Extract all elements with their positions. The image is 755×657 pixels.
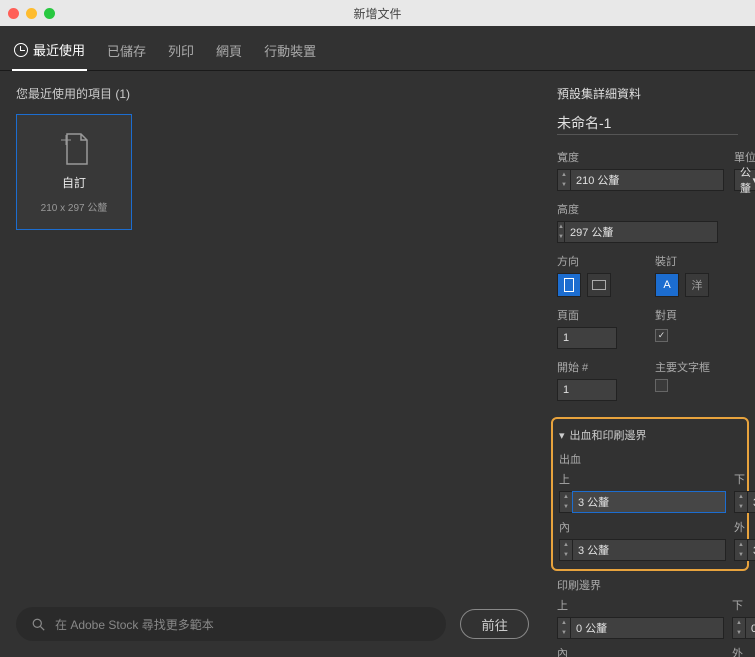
bleed-bottom-input[interactable] — [747, 491, 755, 513]
unit-label: 單位 — [734, 149, 755, 165]
minimize-window[interactable] — [26, 8, 37, 19]
tab-web[interactable]: 網頁 — [214, 36, 244, 70]
slug-top-input[interactable] — [570, 617, 724, 639]
height-stepper[interactable]: ▲▼ — [557, 221, 631, 243]
category-tabs: 最近使用 已儲存 列印 網頁 行動裝置 — [0, 26, 755, 71]
height-input[interactable] — [564, 221, 718, 243]
orient-landscape[interactable] — [587, 273, 611, 297]
bleed-top-stepper[interactable]: ▲▼ — [559, 491, 726, 513]
clock-icon — [14, 43, 28, 57]
binding-ltr[interactable]: A — [655, 273, 679, 297]
facing-checkbox[interactable]: ✓ — [655, 329, 668, 342]
bleed-inside-stepper[interactable]: ▲▼ — [559, 539, 726, 561]
width-stepper[interactable]: ▲▼ — [557, 169, 724, 191]
close-window[interactable] — [8, 8, 19, 19]
pages-label: 頁面 — [557, 307, 645, 323]
bleed-inside-input[interactable] — [572, 539, 726, 561]
search-icon — [32, 618, 45, 631]
height-label: 高度 — [557, 201, 743, 217]
slug-top-stepper[interactable]: ▲▼ — [557, 617, 724, 639]
window-title: 新增文件 — [353, 5, 401, 22]
orient-portrait[interactable] — [557, 273, 581, 297]
panel-title: 預設集詳細資料 — [557, 85, 743, 102]
preset-card-custom[interactable]: 自訂 210 x 297 公釐 — [16, 114, 132, 230]
primary-checkbox[interactable] — [655, 379, 668, 392]
primary-label: 主要文字框 — [655, 359, 743, 375]
bleed-highlight: ▾出血和印刷邊界 出血 上▲▼ 下▲▼ ⛓ 內▲▼ 外▲▼ — [551, 417, 749, 571]
bleed-bottom-stepper[interactable]: ▲▼ — [734, 491, 755, 513]
pages-input[interactable] — [557, 327, 617, 349]
bleed-label: 出血 — [559, 451, 741, 467]
orient-label: 方向 — [557, 253, 645, 269]
tab-saved[interactable]: 已儲存 — [105, 36, 148, 70]
bleed-section-header[interactable]: ▾出血和印刷邊界 — [559, 427, 741, 443]
bleed-outside-input[interactable] — [747, 539, 755, 561]
slug-label: 印刷邊界 — [557, 577, 743, 593]
doc-name-input[interactable] — [557, 112, 738, 135]
start-input[interactable] — [557, 379, 617, 401]
recent-header: 您最近使用的項目 (1) — [16, 85, 529, 102]
chevron-down-icon: ▼ — [751, 176, 755, 185]
binding-rtl[interactable]: 洋 — [685, 273, 709, 297]
tab-recent[interactable]: 最近使用 — [12, 36, 87, 71]
unit-select[interactable]: 公釐▼ — [734, 169, 755, 191]
facing-label: 對頁 — [655, 307, 743, 323]
bleed-outside-stepper[interactable]: ▲▼ — [734, 539, 755, 561]
maximize-window[interactable] — [44, 8, 55, 19]
details-panel: 預設集詳細資料 寬度 ▲▼ 單位 公釐▼ 高度 ▲▼ 方向 — [545, 71, 755, 657]
page-icon — [59, 130, 89, 166]
preset-name: 自訂 — [62, 174, 86, 191]
up-icon[interactable]: ▲ — [558, 170, 570, 180]
window-controls[interactable] — [8, 8, 55, 19]
bleed-top-input[interactable] — [572, 491, 726, 513]
binding-label: 裝訂 — [655, 253, 743, 269]
titlebar: 新增文件 — [0, 0, 755, 26]
slug-bottom-stepper[interactable]: ▲▼ — [732, 617, 755, 639]
tab-mobile[interactable]: 行動裝置 — [262, 36, 318, 70]
slug-bottom-input[interactable] — [745, 617, 755, 639]
stock-search[interactable]: 在 Adobe Stock 尋找更多範本 — [16, 607, 446, 641]
go-button[interactable]: 前往 — [460, 609, 529, 639]
search-placeholder: 在 Adobe Stock 尋找更多範本 — [55, 616, 214, 633]
chevron-down-icon: ▾ — [559, 429, 565, 442]
width-label: 寬度 — [557, 149, 724, 165]
preset-area: 您最近使用的項目 (1) 自訂 210 x 297 公釐 在 Adobe Sto… — [0, 71, 545, 657]
tab-print[interactable]: 列印 — [166, 36, 196, 70]
width-input[interactable] — [570, 169, 724, 191]
down-icon[interactable]: ▼ — [558, 180, 570, 190]
preset-dimensions: 210 x 297 公釐 — [41, 199, 108, 214]
start-label: 開始 # — [557, 359, 645, 375]
